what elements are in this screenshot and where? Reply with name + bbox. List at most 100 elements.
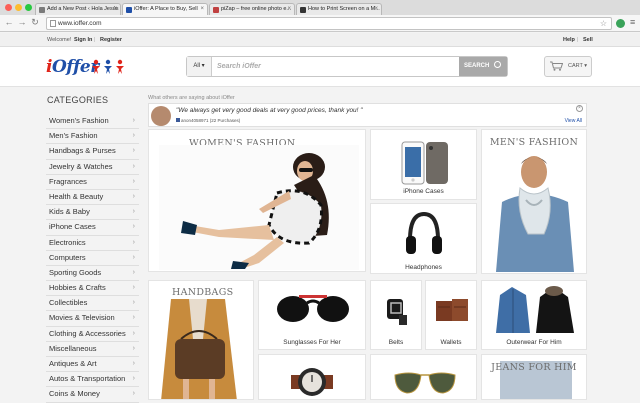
tab-title: How to Print Screen on a M... <box>308 6 380 12</box>
headphones-image <box>406 211 442 254</box>
close-tab-icon[interactable]: × <box>200 4 204 15</box>
minimize-window-icon[interactable] <box>15 4 22 11</box>
woman-model-image <box>159 145 359 270</box>
star-icon[interactable]: ☆ <box>600 18 607 29</box>
aviator-sunglasses-image <box>394 372 456 394</box>
search-category-select[interactable]: All ▾ <box>187 57 212 76</box>
chevron-right-icon: › <box>132 162 135 170</box>
category-label: Hobbies & Crafts <box>49 283 106 293</box>
tile-label: iPhone Cases <box>403 188 444 195</box>
category-item[interactable]: Kids & Baby › <box>46 205 139 221</box>
sunglasses-tile[interactable]: Sunglasses For Her <box>258 280 366 350</box>
testimonial-user[interactable]: anon4058971 (22 Purchases) <box>176 118 240 123</box>
jackets-image <box>496 286 574 333</box>
category-item[interactable]: Clothing & Accessories › <box>46 327 139 342</box>
browser-tab-4[interactable]: How to Print Screen on a M... × <box>296 3 382 15</box>
womens-fashion-tile[interactable]: WOMEN'S FASHION <box>148 129 366 272</box>
browser-toolbar: ← → ↻ www.ioffer.com ☆ ≡ <box>0 15 640 32</box>
chevron-right-icon: › <box>132 147 135 155</box>
address-bar[interactable]: www.ioffer.com ☆ <box>46 17 612 30</box>
iphone-cases-tile[interactable]: iPhone Cases <box>370 129 477 200</box>
category-item[interactable]: iPhone Cases › <box>46 220 139 236</box>
cart-button[interactable]: CART ▾ <box>544 56 592 77</box>
category-item[interactable]: Women's Fashion › <box>46 114 139 130</box>
category-label: Clothing & Accessories <box>49 328 126 338</box>
extension-icon[interactable] <box>616 19 625 28</box>
watches-tile[interactable] <box>258 354 366 400</box>
back-arrow-icon[interactable]: ← <box>4 17 14 27</box>
category-label: Collectibles <box>49 298 88 308</box>
close-tab-icon[interactable]: × <box>374 4 378 15</box>
url-text: www.ioffer.com <box>58 20 102 27</box>
jeans-tile[interactable]: JEANS FOR HIM <box>481 354 587 400</box>
category-label: Sporting Goods <box>49 267 102 277</box>
category-item[interactable]: Sporting Goods › <box>46 266 139 282</box>
forward-arrow-icon[interactable]: → <box>17 17 27 27</box>
category-label: Movies & Television <box>49 313 115 323</box>
category-item[interactable]: Computers › <box>46 251 139 266</box>
category-item[interactable]: Fragrances › <box>46 175 139 190</box>
outerwear-tile[interactable]: Outerwear For Him <box>481 280 587 350</box>
category-label: Miscellaneous <box>49 343 97 353</box>
belts-tile[interactable]: Belts <box>370 280 422 350</box>
category-item[interactable]: Antiques & Art › <box>46 357 139 373</box>
reload-icon[interactable]: ↻ <box>30 17 40 28</box>
category-item[interactable]: Movies & Television › <box>46 311 139 327</box>
category-item[interactable]: Collectibles › <box>46 296 139 312</box>
view-all-link[interactable]: View All <box>565 118 582 124</box>
hamburger-menu-icon[interactable]: ≡ <box>630 18 635 27</box>
tile-label: Headphones <box>405 264 442 271</box>
category-item[interactable]: Men's Fashion › <box>46 129 139 145</box>
tile-title: HANDBAGS <box>172 287 234 298</box>
help-link[interactable]: Help <box>563 37 575 43</box>
category-label: Computers <box>49 252 86 262</box>
maximize-window-icon[interactable] <box>25 4 32 11</box>
welcome-text: Welcome! <box>47 37 72 43</box>
register-link[interactable]: Register <box>100 37 122 43</box>
x-favicon-icon <box>300 7 306 13</box>
search-button[interactable]: SEARCH <box>459 57 507 76</box>
sunglasses-image <box>277 295 349 322</box>
browser-tab-3[interactable]: piZap – free online photo e... × <box>209 3 295 15</box>
search-input[interactable]: Search iOffer <box>217 57 261 76</box>
man-model-image <box>496 156 574 272</box>
browser-tab-1[interactable]: Add a New Post ‹ Hola Jesús × <box>35 3 121 15</box>
category-label: Women's Fashion <box>49 116 109 125</box>
search-icon <box>494 61 501 68</box>
sign-in-link[interactable]: Sign In <box>74 37 92 43</box>
category-item[interactable]: Handbags & Purses › <box>46 144 139 160</box>
chevron-right-icon: › <box>132 132 135 140</box>
chevron-right-icon: › <box>132 177 135 185</box>
category-item[interactable]: Coins & Money › <box>46 387 139 403</box>
close-icon[interactable]: × <box>576 105 583 112</box>
chevron-right-icon: › <box>132 268 135 276</box>
category-item[interactable]: Electronics › <box>46 236 139 251</box>
close-tab-icon[interactable]: × <box>287 4 291 15</box>
testimonial-box: "We always get very good deals at very g… <box>148 103 587 127</box>
close-tab-icon[interactable]: × <box>113 4 117 15</box>
category-item[interactable]: Miscellaneous › <box>46 342 139 357</box>
chevron-right-icon: › <box>132 253 135 261</box>
ioffer-favicon-icon <box>126 7 132 13</box>
category-label: Electronics <box>49 237 86 247</box>
mens-fashion-tile[interactable]: MEN'S FASHION <box>481 129 587 274</box>
category-item[interactable]: Jewelry & Watches › <box>46 160 139 175</box>
category-label: Coins & Money <box>49 389 100 399</box>
cart-icon <box>550 61 563 71</box>
aviators-tile[interactable] <box>370 354 477 400</box>
headphones-tile[interactable]: Headphones <box>370 203 477 274</box>
tile-label: Sunglasses For Her <box>283 339 341 346</box>
chevron-right-icon: › <box>132 314 135 322</box>
category-item[interactable]: Autos & Transportation › <box>46 372 139 388</box>
wallets-tile[interactable]: Wallets <box>425 280 477 350</box>
category-label: Men's Fashion <box>49 131 98 141</box>
close-window-icon[interactable] <box>5 4 12 11</box>
browser-tab-2[interactable]: iOffer: A Place to Buy, Sell × <box>122 3 208 15</box>
sell-link[interactable]: Sell <box>583 37 593 43</box>
handbags-tile[interactable]: HANDBAGS <box>148 280 254 400</box>
testimonial-quote: "We always get very good deals at very g… <box>176 107 363 114</box>
testimonial-heading: What others are saying about iOffer <box>148 95 235 101</box>
wordpress-favicon-icon <box>39 7 45 13</box>
category-item[interactable]: Hobbies & Crafts › <box>46 281 139 297</box>
category-item[interactable]: Health & Beauty › <box>46 190 139 206</box>
